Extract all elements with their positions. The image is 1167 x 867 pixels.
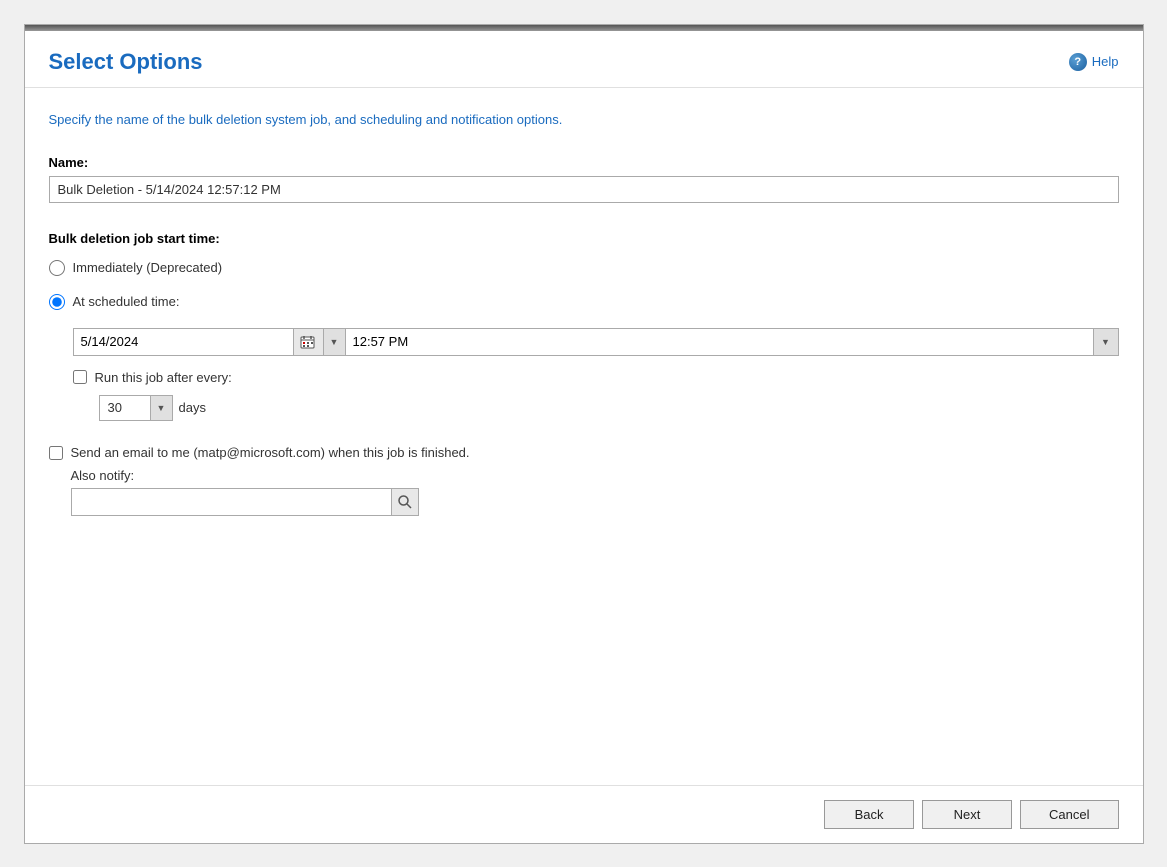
also-notify-input[interactable]	[71, 488, 391, 516]
days-value-input[interactable]	[100, 396, 150, 420]
chevron-down-icon: ▼	[330, 337, 339, 347]
dialog-body: Specify the name of the bulk deletion sy…	[25, 88, 1143, 785]
days-unit-label: days	[179, 400, 206, 415]
days-row: ▼ days	[99, 395, 1119, 421]
calendar-icon	[300, 335, 316, 349]
days-dropdown-button[interactable]: ▼	[150, 396, 172, 420]
run-job-label: Run this job after every:	[95, 370, 232, 385]
email-notify-checkbox[interactable]	[49, 446, 63, 460]
date-dropdown-button[interactable]: ▼	[323, 328, 345, 356]
help-icon: ?	[1069, 53, 1087, 71]
name-label: Name:	[49, 155, 1119, 170]
email-notification-row: Send an email to me (matp@microsoft.com)…	[49, 445, 1119, 460]
back-button[interactable]: Back	[824, 800, 914, 829]
days-chevron-icon: ▼	[157, 403, 166, 413]
days-select-wrapper: ▼	[99, 395, 173, 421]
description-text: Specify the name of the bulk deletion sy…	[49, 112, 1119, 127]
dialog-footer: Back Next Cancel	[25, 785, 1143, 843]
run-job-checkbox[interactable]	[73, 370, 87, 384]
dialog: Select Options ? Help Specify the name o…	[24, 24, 1144, 844]
email-notify-label: Send an email to me (matp@microsoft.com)…	[71, 445, 470, 460]
help-label: Help	[1092, 54, 1119, 69]
radio-immediately-option: Immediately (Deprecated)	[49, 260, 1119, 276]
cancel-button[interactable]: Cancel	[1020, 800, 1118, 829]
radio-scheduled[interactable]	[49, 294, 65, 310]
radio-immediately[interactable]	[49, 260, 65, 276]
dialog-header: Select Options ? Help	[25, 31, 1143, 88]
time-dropdown-button[interactable]: ▼	[1093, 328, 1119, 356]
search-icon	[397, 494, 413, 510]
next-button[interactable]: Next	[922, 800, 1012, 829]
notify-input-row	[71, 488, 1119, 516]
date-input[interactable]	[73, 328, 293, 356]
radio-scheduled-option: At scheduled time:	[49, 294, 1119, 310]
radio-scheduled-label: At scheduled time:	[73, 294, 180, 309]
time-input[interactable]	[345, 328, 1093, 356]
radio-immediately-label: Immediately (Deprecated)	[73, 260, 223, 275]
also-notify-label: Also notify:	[71, 468, 1119, 483]
name-input[interactable]	[49, 176, 1119, 203]
help-link[interactable]: ? Help	[1069, 53, 1119, 71]
page-title: Select Options	[49, 49, 203, 75]
time-chevron-icon: ▼	[1101, 337, 1110, 347]
notify-search-button[interactable]	[391, 488, 419, 516]
calendar-button[interactable]	[293, 328, 323, 356]
scheduled-datetime-row: ▼ ▼	[73, 328, 1119, 356]
start-time-label: Bulk deletion job start time:	[49, 231, 1119, 246]
run-job-row: Run this job after every:	[73, 370, 1119, 385]
